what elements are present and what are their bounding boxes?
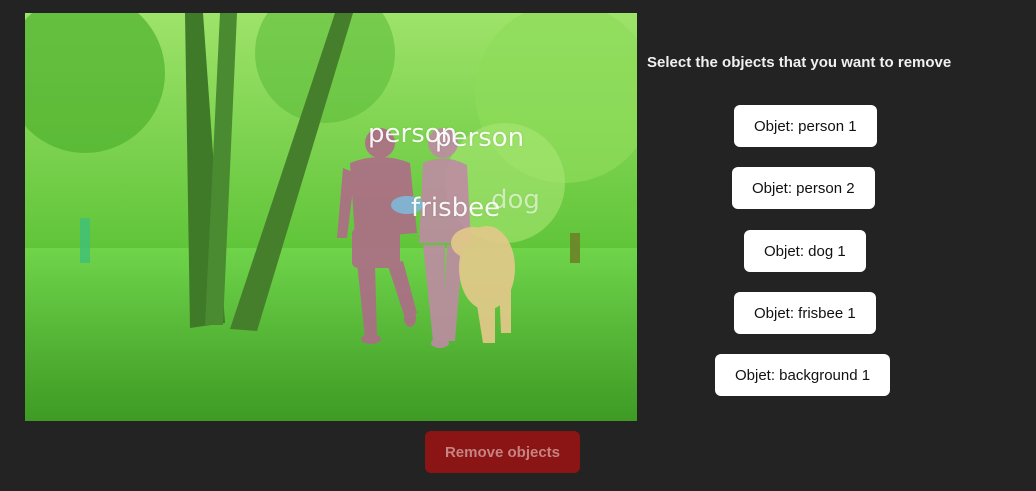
remove-objects-button[interactable]: Remove objects [425,431,580,473]
object-button-person-1[interactable]: Objet: person 1 [734,105,877,147]
segment-label-person-2: person [435,123,525,153]
segmented-image: person person frisbee dog [25,13,637,421]
selection-prompt: Select the objects that you want to remo… [647,54,952,71]
segment-label-dog: dog [491,185,540,215]
object-button-dog-1[interactable]: Objet: dog 1 [744,230,866,272]
grass [25,248,637,421]
object-button-frisbee-1[interactable]: Objet: frisbee 1 [734,292,876,334]
scene-illustration [25,13,637,421]
object-button-background-1[interactable]: Objet: background 1 [715,354,891,396]
segment-label-frisbee: frisbee [411,193,501,223]
object-button-person-2[interactable]: Objet: person 2 [732,167,875,209]
